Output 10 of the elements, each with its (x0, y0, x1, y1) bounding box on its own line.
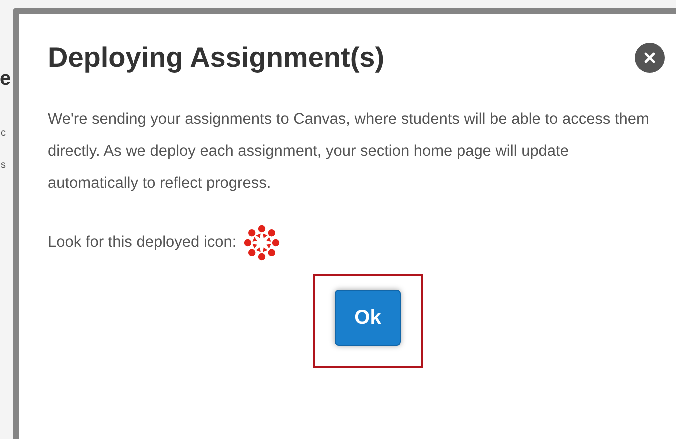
close-button[interactable] (635, 43, 665, 73)
ok-button[interactable]: Ok (335, 290, 401, 346)
close-icon (643, 51, 657, 65)
background-text: e (0, 68, 12, 91)
dialog-title: Deploying Assignment(s) (48, 42, 385, 74)
hint-text: Look for this deployed icon: (48, 234, 237, 252)
dotted-ring-icon (242, 224, 281, 262)
background-text: s (1, 160, 6, 171)
dialog-message: We're sending your assignments to Canvas, where students will be able to access them directly. As we deploy each assignment, your section home page will update automatically to reflect progress. (48, 110, 650, 194)
background-text: c (1, 128, 6, 139)
